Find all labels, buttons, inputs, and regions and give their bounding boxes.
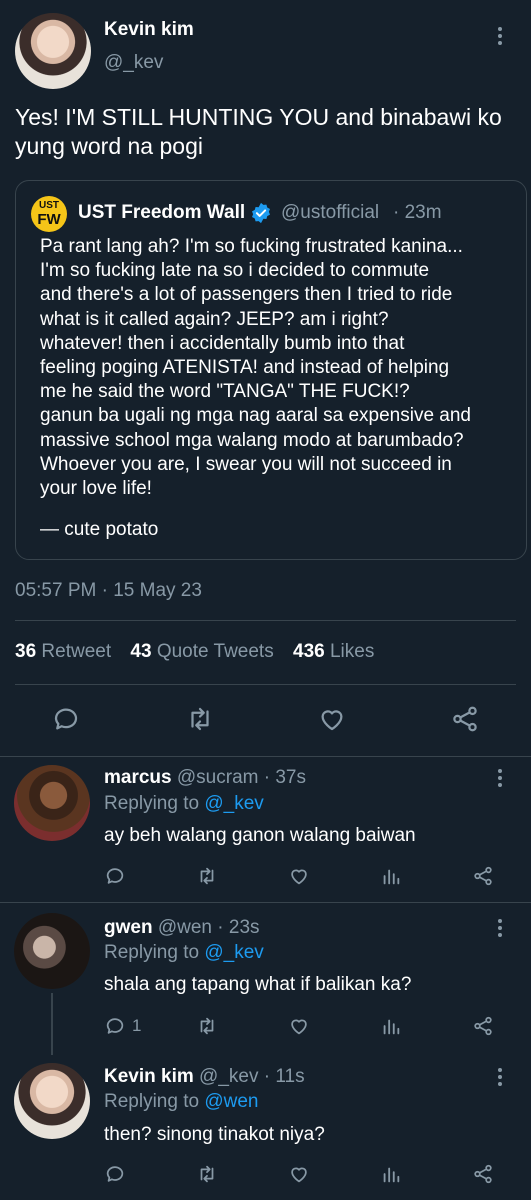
- replying-to-link[interactable]: @wen: [204, 1091, 258, 1112]
- reply-name[interactable]: marcus: [104, 767, 172, 788]
- quoted-handle[interactable]: @ustofficial: [281, 202, 379, 224]
- replying-to-line: Replying to @wen: [104, 1091, 259, 1112]
- retweet-icon[interactable]: [196, 865, 218, 887]
- reply-handle[interactable]: @wen: [158, 917, 212, 938]
- reply-handle[interactable]: @_kev: [199, 1066, 258, 1087]
- analytics-icon[interactable]: [380, 1015, 402, 1037]
- author-name[interactable]: Kevin kim: [104, 19, 194, 41]
- reply-handle[interactable]: @sucram: [177, 767, 259, 788]
- reply-avatar[interactable]: [14, 765, 90, 841]
- verified-badge-icon: [250, 202, 272, 224]
- like-icon[interactable]: [288, 1015, 310, 1037]
- share-icon[interactable]: [472, 1163, 494, 1185]
- reply-count: 1: [132, 1016, 142, 1035]
- divider: [0, 756, 531, 757]
- replying-to-line: Replying to @_kev: [104, 942, 264, 963]
- quoted-age: · 23m: [393, 202, 442, 223]
- retweet-count[interactable]: 36 Retweet: [15, 641, 111, 662]
- reply-avatar[interactable]: [14, 913, 90, 989]
- more-icon[interactable]: [496, 769, 504, 787]
- quote-count[interactable]: 43 Quote Tweets: [130, 641, 273, 662]
- divider: [15, 620, 516, 621]
- replying-to-link[interactable]: @_kev: [204, 942, 263, 963]
- replying-to-line: Replying to @_kev: [104, 793, 264, 814]
- like-icon[interactable]: [317, 704, 347, 734]
- divider: [0, 902, 531, 903]
- like-count[interactable]: 436 Likes: [293, 641, 374, 662]
- retweet-icon[interactable]: [196, 1163, 218, 1185]
- quoted-avatar-bottom: FW: [37, 211, 61, 228]
- author-avatar[interactable]: [15, 13, 91, 89]
- retweet-icon[interactable]: [196, 1015, 218, 1037]
- reply-icon[interactable]: [104, 1015, 126, 1037]
- reply-age: · 23s: [217, 917, 260, 938]
- reply-icon[interactable]: [51, 704, 81, 734]
- stats-row: 36 Retweet 43 Quote Tweets 436 Likes: [15, 641, 374, 663]
- share-icon[interactable]: [472, 1015, 494, 1037]
- quoted-avatar[interactable]: UST FW: [31, 196, 67, 232]
- tweet-text: Yes! I'M STILL HUNTING YOU and binabawi …: [15, 104, 502, 159]
- reply-name[interactable]: Kevin kim: [104, 1066, 194, 1087]
- quoted-signature: — cute potato: [40, 519, 159, 540]
- more-icon[interactable]: [496, 27, 504, 45]
- reply-header: Kevin kim @_kev · 11s: [104, 1066, 305, 1088]
- reply-name[interactable]: gwen: [104, 917, 153, 938]
- thread-line: [51, 993, 53, 1055]
- reply-icon[interactable]: [104, 865, 126, 887]
- reply-header: marcus @sucram · 37s: [104, 767, 306, 789]
- analytics-icon[interactable]: [380, 1163, 402, 1185]
- replying-to-link[interactable]: @_kev: [204, 793, 263, 814]
- analytics-icon[interactable]: [380, 865, 402, 887]
- reply-age: · 11s: [263, 1066, 305, 1087]
- share-icon[interactable]: [450, 704, 480, 734]
- reply-avatar[interactable]: [14, 1063, 90, 1139]
- like-icon[interactable]: [288, 1163, 310, 1185]
- reply-text: shala ang tapang what if balikan ka?: [104, 974, 412, 995]
- share-icon[interactable]: [472, 865, 494, 887]
- retweet-icon[interactable]: [185, 704, 215, 734]
- reply-header: gwen @wen · 23s: [104, 917, 260, 939]
- reply-icon[interactable]: [104, 1163, 126, 1185]
- quoted-name[interactable]: UST Freedom Wall: [78, 202, 245, 224]
- more-icon[interactable]: [496, 1068, 504, 1086]
- more-icon[interactable]: [496, 919, 504, 937]
- reply-text: then? sinong tinakot niya?: [104, 1124, 325, 1145]
- author-handle[interactable]: @_kev: [104, 52, 163, 74]
- reply-text: ay beh walang ganon walang baiwan: [104, 825, 416, 846]
- quoted-text: Pa rant lang ah? I'm so fucking frustrat…: [40, 236, 471, 500]
- reply-age: · 37s: [263, 767, 306, 788]
- divider: [15, 684, 516, 685]
- like-icon[interactable]: [288, 865, 310, 887]
- tweet-timestamp: 05:57 PM · 15 May 23: [15, 580, 202, 601]
